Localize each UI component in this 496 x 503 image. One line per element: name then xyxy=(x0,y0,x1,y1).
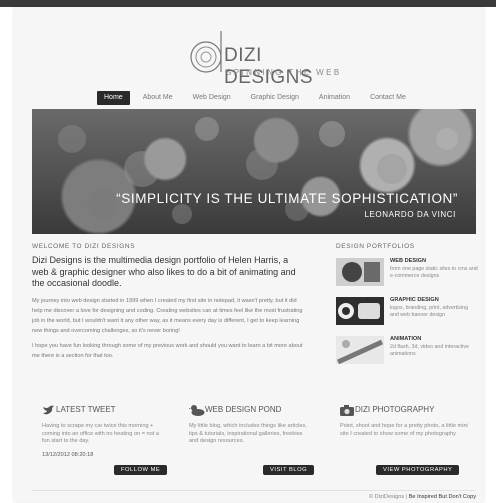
portfolio-title: GRAPHIC DESIGN xyxy=(390,297,439,303)
nav-animation[interactable]: Animation xyxy=(312,91,357,105)
brand-tagline: SPINNING THE WEB xyxy=(226,68,342,77)
main-nav: Home About Me Web Design Graphic Design … xyxy=(97,91,419,105)
pond-text: My little blog, which includes things li… xyxy=(189,423,307,444)
nav-about-me[interactable]: About Me xyxy=(136,91,180,105)
portfolios-heading: DESIGN PORTFOLIOS xyxy=(336,243,415,250)
graphic-design-thumbnail xyxy=(336,297,384,325)
logo-swirl-icon xyxy=(190,31,222,73)
web-design-thumbnail xyxy=(336,258,384,286)
footer-copyright: © DiziDesigns | xyxy=(368,494,408,500)
welcome-lead: Dizi Designs is the multimedia design po… xyxy=(32,255,296,288)
animation-thumbnail xyxy=(336,336,384,364)
portfolio-title: ANIMATION xyxy=(390,336,422,342)
portfolio-title: WEB DESIGN xyxy=(390,258,427,264)
portfolio-desc: logos, branding, print, advertising and … xyxy=(390,305,469,318)
welcome-heading: WELCOME TO DIZI DESIGNS xyxy=(32,243,136,250)
brand-name: DIZI DESIGNS xyxy=(224,45,314,88)
hero-banner: “SIMPLICITY IS THE ULTIMATE SOPHISTICATI… xyxy=(32,109,476,234)
nav-web-design[interactable]: Web Design xyxy=(186,91,238,105)
duck-icon xyxy=(189,405,205,416)
welcome-section: WELCOME TO DIZI DESIGNS Dizi Designs is … xyxy=(32,243,304,366)
footer: © DiziDesigns | Be Inspired But Don't Co… xyxy=(32,490,476,503)
design-portfolios: DESIGN PORTFOLIOS WEB DESIGN from one pa… xyxy=(336,243,478,375)
bird-icon xyxy=(43,405,54,415)
tweet-text: Having to scrape my car twice this morni… xyxy=(42,423,159,444)
hero-author: LEONARDO DA VINCI xyxy=(364,210,456,219)
nav-graphic-design[interactable]: Graphic Design xyxy=(244,91,306,105)
portfolio-desc: 2d flash, 3d, video and interactive anim… xyxy=(390,344,469,357)
camera-icon xyxy=(340,405,354,416)
page-container: DIZI DESIGNS SPINNING THE WEB Home About… xyxy=(14,7,484,502)
footer-slogan: Be Inspired But Don't Copy xyxy=(408,494,476,500)
tweet-date: 13/12/2012 08:20:18 xyxy=(42,452,94,458)
nav-home[interactable]: Home xyxy=(97,91,130,105)
portfolio-web-design[interactable]: WEB DESIGN from one page static sites to… xyxy=(336,258,478,294)
site-logo[interactable]: DIZI DESIGNS SPINNING THE WEB xyxy=(184,27,344,88)
portfolio-graphic-design[interactable]: GRAPHIC DESIGN logos, branding, print, a… xyxy=(336,297,476,333)
follow-me-button[interactable]: FOLLOW ME xyxy=(114,465,168,475)
view-photography-button[interactable]: VIEW PHOTOGRAPHY xyxy=(376,465,460,475)
welcome-body-1: My journey into web design started in 19… xyxy=(32,297,303,334)
top-bar xyxy=(0,0,496,7)
hero-quote: “SIMPLICITY IS THE ULTIMATE SOPHISTICATI… xyxy=(116,191,458,206)
visit-blog-button[interactable]: VISIT BLOG xyxy=(263,465,315,475)
welcome-body-2: I hope you have fun looking through some… xyxy=(32,342,303,359)
portfolio-animation[interactable]: ANIMATION 2d flash, 3d, video and intera… xyxy=(336,336,476,372)
portfolio-desc: from one page static sites to cms and e-… xyxy=(390,266,478,279)
photo-text: Point, shoot and hope for a pretty photo… xyxy=(340,423,468,437)
nav-contact-me[interactable]: Contact Me xyxy=(363,91,413,105)
